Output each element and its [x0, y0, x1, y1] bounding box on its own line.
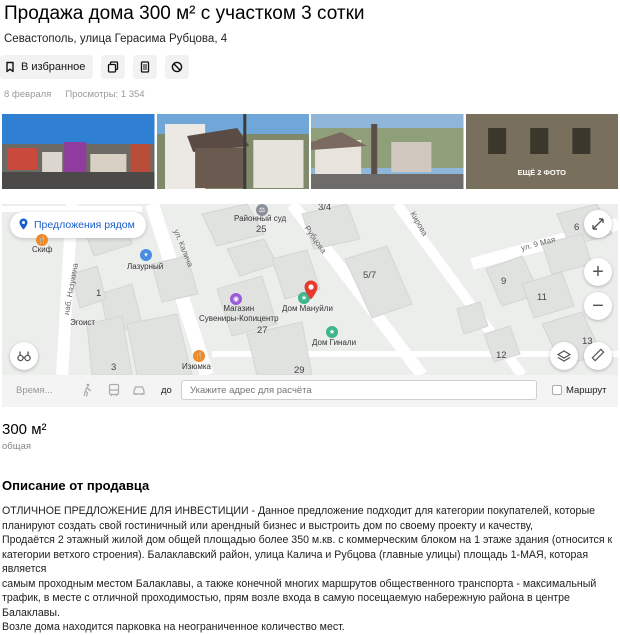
poi-izyuminka-label: Изюмка — [182, 362, 211, 371]
area-caption: общая — [2, 441, 31, 452]
notes-icon — [139, 61, 151, 73]
nearby-offers-button[interactable]: Предложения рядом — [10, 212, 146, 238]
house-number: 9 — [501, 276, 507, 287]
more-photos-label: ЕЩЁ 2 ФОТО — [517, 168, 566, 177]
car-icon[interactable] — [132, 383, 146, 402]
photo-2[interactable] — [156, 114, 309, 189]
description-line: Продаётся 2 этажный жилой дом общей площ… — [2, 534, 613, 546]
layers-icon — [556, 346, 572, 366]
layers-button[interactable] — [550, 342, 578, 370]
ruler-icon — [591, 346, 605, 366]
bus-icon[interactable] — [108, 383, 120, 402]
description-line: категории ветхого строения). Балаклавски… — [2, 548, 589, 576]
house-number: 3 — [111, 362, 117, 373]
panorama-button[interactable] — [10, 342, 38, 370]
poi-lazurny-label: Лазурный — [127, 262, 164, 271]
favorite-button[interactable]: В избранное — [0, 55, 94, 79]
time-field[interactable]: Время... — [16, 385, 53, 396]
house-number: 6 — [574, 222, 580, 233]
photo-1[interactable] — [2, 114, 155, 189]
description-line: планируют создать свой гостиничный или а… — [2, 519, 533, 532]
shopping-icon[interactable]: ▾ — [140, 249, 152, 261]
fullscreen-button[interactable] — [584, 210, 612, 238]
house-number: 29 — [294, 365, 305, 375]
house-number: 3/4 — [318, 204, 332, 213]
description-heading: Описание от продавца — [2, 478, 150, 493]
ruler-button[interactable] — [584, 342, 612, 370]
route-label: Маршрут — [566, 385, 607, 396]
hide-button[interactable] — [165, 55, 190, 79]
poi-manuili-label: Дом Мануйли — [282, 304, 333, 313]
block-icon — [171, 61, 183, 73]
house-number: 5/7 — [363, 270, 377, 281]
route-checkbox[interactable] — [552, 385, 562, 395]
nearby-offers-label: Предложения рядом — [34, 219, 135, 231]
favorite-label: В избранное — [21, 61, 86, 73]
binoculars-icon — [17, 346, 31, 366]
poi-ginali-label: Дом Гинали — [312, 338, 357, 347]
action-bar: В избранное — [0, 55, 190, 79]
house-number: 11 — [537, 292, 547, 303]
map[interactable]: Предложения рядом ул. Калича Рубцова Кир… — [2, 204, 618, 375]
zoom-out-icon: − — [592, 295, 604, 317]
description-line: Возле дома находится парковка на неогран… — [2, 621, 345, 633]
zoom-in-icon: + — [592, 261, 604, 283]
page-title: Продажа дома 300 м² с участком 3 сотки — [4, 3, 365, 24]
views-count: Просмотры: 1 354 — [65, 89, 145, 100]
to-label: до — [161, 385, 172, 396]
location-pin-icon — [19, 218, 28, 233]
house-number: 27 — [257, 325, 268, 336]
copy-icon — [107, 61, 119, 73]
copy-button[interactable] — [101, 55, 126, 79]
description-text: ОТЛИЧНОЕ ПРЕДЛОЖЕНИЕ ДЛЯ ИНВЕСТИЦИИ - Да… — [2, 504, 616, 635]
address: Севастополь, улица Герасима Рубцова, 4 — [4, 33, 228, 45]
listing-meta: 8 февраля Просмотры: 1 354 — [4, 89, 145, 100]
description-line: трафик, в месте с отличной проходимостью… — [2, 592, 570, 619]
poi-shop-label: Магазин Сувениры-Копицентр — [199, 304, 279, 323]
poi-egoist-label: Эгоист — [70, 318, 96, 327]
description-line: самым проходным местом Балаклавы, а такж… — [2, 577, 597, 590]
location-marker-icon — [304, 280, 318, 305]
zoom-out-button[interactable]: − — [584, 292, 612, 320]
house-number: 12 — [496, 350, 507, 361]
publish-date: 8 февраля — [4, 89, 52, 100]
poi-skif-label: Скиф — [32, 245, 53, 254]
photo-4[interactable]: ЕЩЁ 2 ФОТО — [465, 114, 618, 189]
house-number: 1 — [96, 288, 102, 299]
area-value: 300 м² — [2, 421, 47, 438]
expand-icon — [592, 214, 604, 234]
zoom-in-button[interactable]: + — [584, 258, 612, 286]
photo-3[interactable] — [311, 114, 464, 189]
description-line: ОТЛИЧНОЕ ПРЕДЛОЖЕНИЕ ДЛЯ ИНВЕСТИЦИИ - Да… — [2, 505, 595, 517]
house-number: 25 — [256, 224, 267, 235]
notes-button[interactable] — [133, 55, 158, 79]
walking-icon[interactable] — [82, 383, 92, 402]
route-panel: Время... до Маршрут — [2, 375, 618, 407]
poi-court-label: Районный суд — [234, 214, 287, 223]
photo-gallery: ЕЩЁ 2 ФОТО — [2, 114, 618, 189]
bookmark-icon — [4, 61, 16, 73]
destination-input[interactable] — [181, 380, 537, 400]
landmark-star-icon[interactable]: ★ — [326, 326, 338, 338]
restaurant-icon[interactable]: 🍴 — [193, 350, 205, 362]
